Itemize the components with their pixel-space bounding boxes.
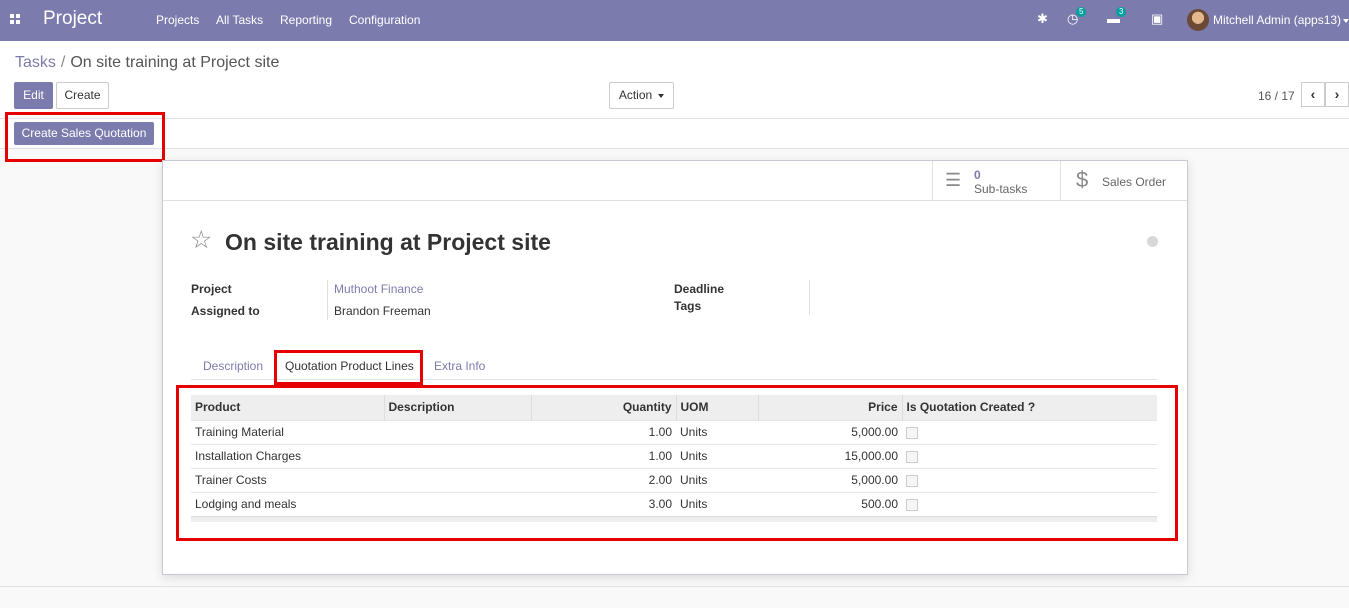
tab-description[interactable]: Description: [203, 359, 263, 373]
field-divider: [327, 280, 328, 320]
dollar-icon: $: [1076, 167, 1089, 192]
edit-button[interactable]: Edit: [14, 82, 53, 109]
task-title: On site training at Project site: [225, 229, 551, 255]
breadcrumb: Tasks / On site training at Project site: [15, 54, 279, 72]
highlight-lines-table: [176, 385, 1178, 541]
breadcrumb-separator: /: [60, 54, 66, 71]
page-bottom-divider: [0, 586, 1349, 587]
sales-order-label: Sales Order: [1102, 175, 1167, 189]
project-label: Project: [191, 282, 232, 296]
kanban-state-icon[interactable]: [1147, 236, 1158, 247]
user-menu[interactable]: Mitchell Admin (apps13): [1213, 13, 1341, 27]
smart-button-box: ☰ 0 Sub-tasks $ Sales Order: [163, 161, 1187, 201]
gift-icon[interactable]: ▣: [1151, 11, 1163, 27]
menu-reporting[interactable]: Reporting: [280, 13, 332, 27]
breadcrumb-current: On site training at Project site: [70, 54, 280, 71]
pager-previous-icon[interactable]: ‹: [1301, 82, 1325, 107]
priority-star-icon[interactable]: ☆: [190, 225, 212, 255]
field-divider: [809, 280, 810, 315]
assigned-to-label: Assigned to: [191, 304, 260, 318]
subtasks-label: Sub-tasks: [974, 182, 1028, 196]
deadline-label: Deadline: [674, 282, 725, 296]
project-link[interactable]: Muthoot Finance: [334, 282, 423, 296]
messages-chat-icon[interactable]: ▬ 3: [1107, 7, 1127, 26]
control-panel: Tasks / On site training at Project site E…: [0, 41, 1349, 149]
menu-projects[interactable]: Projects: [156, 13, 199, 27]
statusbar-divider: [0, 118, 1349, 119]
create-button[interactable]: Create: [56, 82, 109, 109]
tab-extra-info[interactable]: Extra Info: [434, 359, 485, 373]
debug-bug-icon[interactable]: ✱: [1037, 11, 1048, 27]
top-navbar: Project Projects All Tasks Reporting Con…: [0, 0, 1349, 41]
breadcrumb-tasks[interactable]: Tasks: [15, 54, 56, 71]
activity-badge: 5: [1076, 7, 1087, 17]
caret-down-icon: [658, 93, 665, 98]
highlight-create-quotation: [5, 112, 165, 162]
tasks-list-icon: ☰: [945, 170, 962, 190]
menu-all-tasks[interactable]: All Tasks: [216, 13, 263, 27]
menu-configuration[interactable]: Configuration: [349, 13, 420, 27]
subtasks-count: 0: [974, 168, 981, 182]
action-label: Action: [618, 88, 653, 102]
pager-value[interactable]: 16 / 17: [1258, 89, 1295, 103]
pager-next-icon[interactable]: ›: [1325, 82, 1349, 107]
assigned-to-value: Brandon Freeman: [334, 304, 431, 318]
highlight-quotation-tab: [274, 350, 423, 385]
apps-menu-icon[interactable]: [10, 14, 21, 25]
action-dropdown[interactable]: Action: [609, 82, 674, 109]
user-caret-icon[interactable]: [1343, 19, 1349, 23]
avatar[interactable]: [1187, 9, 1209, 31]
tags-label: Tags: [674, 299, 702, 313]
app-brand[interactable]: Project: [43, 8, 102, 30]
subtasks-button[interactable]: ☰ 0 Sub-tasks: [932, 161, 1060, 201]
activity-clock-icon[interactable]: ◷ 5: [1067, 7, 1087, 27]
messages-badge: 3: [1116, 7, 1127, 17]
sales-order-button[interactable]: $ Sales Order: [1060, 161, 1187, 201]
